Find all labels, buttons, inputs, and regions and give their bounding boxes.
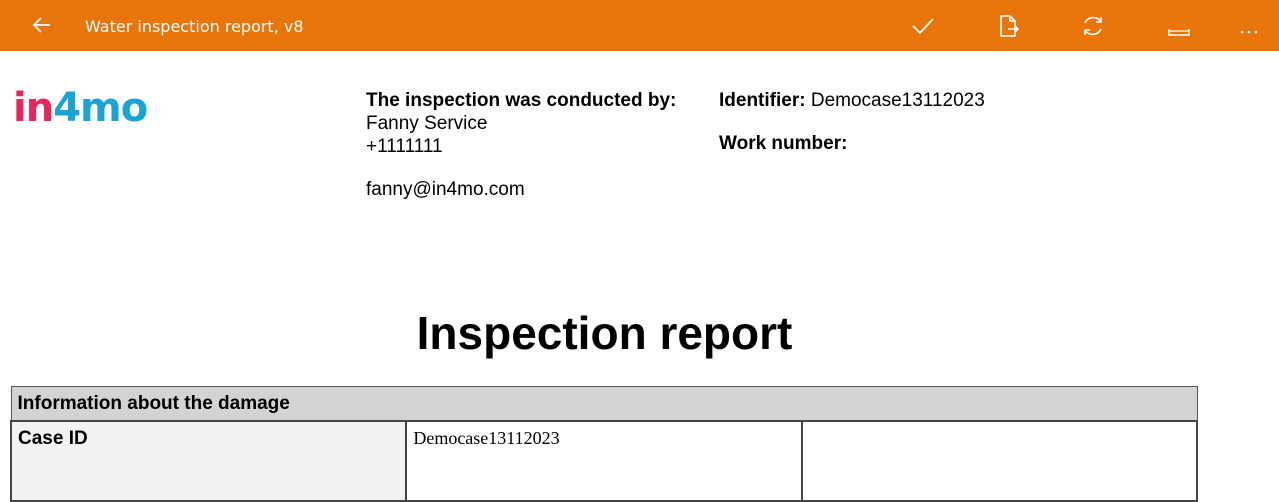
inspector-contact: The inspection was conducted by: Fanny S…: [366, 89, 676, 201]
work-number-row: Work number:: [719, 132, 985, 155]
window-title: Water inspection report, v8: [85, 17, 304, 36]
checkmark-icon[interactable]: [910, 13, 936, 39]
more-icon[interactable]: [1237, 13, 1263, 39]
identifiers-block: Identifier: Democase13112023 Work number…: [719, 89, 985, 155]
company-logo: in4mo: [13, 84, 173, 134]
svg-text:in4mo: in4mo: [13, 85, 147, 131]
report-title: Inspection report: [416, 307, 793, 359]
damage-info-table: Information about the damage Case ID Dem…: [9, 386, 1199, 502]
title-bar: Water inspection report, v8: [0, 0, 1279, 51]
inspector-name: Fanny Service: [366, 113, 488, 134]
document-export-icon[interactable]: [995, 13, 1021, 39]
inspector-email: fanny@in4mo.com: [366, 179, 525, 200]
back-arrow-icon[interactable]: [30, 13, 54, 37]
case-id-extra-cell: [800, 420, 1199, 502]
refresh-icon[interactable]: [1080, 13, 1106, 39]
identifier-label: Identifier:: [719, 90, 806, 111]
identifier-row: Identifier: Democase13112023: [719, 89, 985, 112]
identifier-value: Democase13112023: [810, 90, 985, 111]
inspector-phone: +1111111: [366, 136, 443, 157]
table-header: Information about the damage: [10, 386, 1198, 422]
case-id-value: Democase13112023: [405, 420, 803, 502]
work-number-label: Work number:: [719, 133, 848, 154]
table-row: Case ID Democase13112023: [9, 420, 1199, 502]
ruler-icon[interactable]: [1166, 13, 1192, 39]
conducted-by-label: The inspection was conducted by:: [366, 90, 677, 111]
case-id-label: Case ID: [9, 420, 408, 502]
